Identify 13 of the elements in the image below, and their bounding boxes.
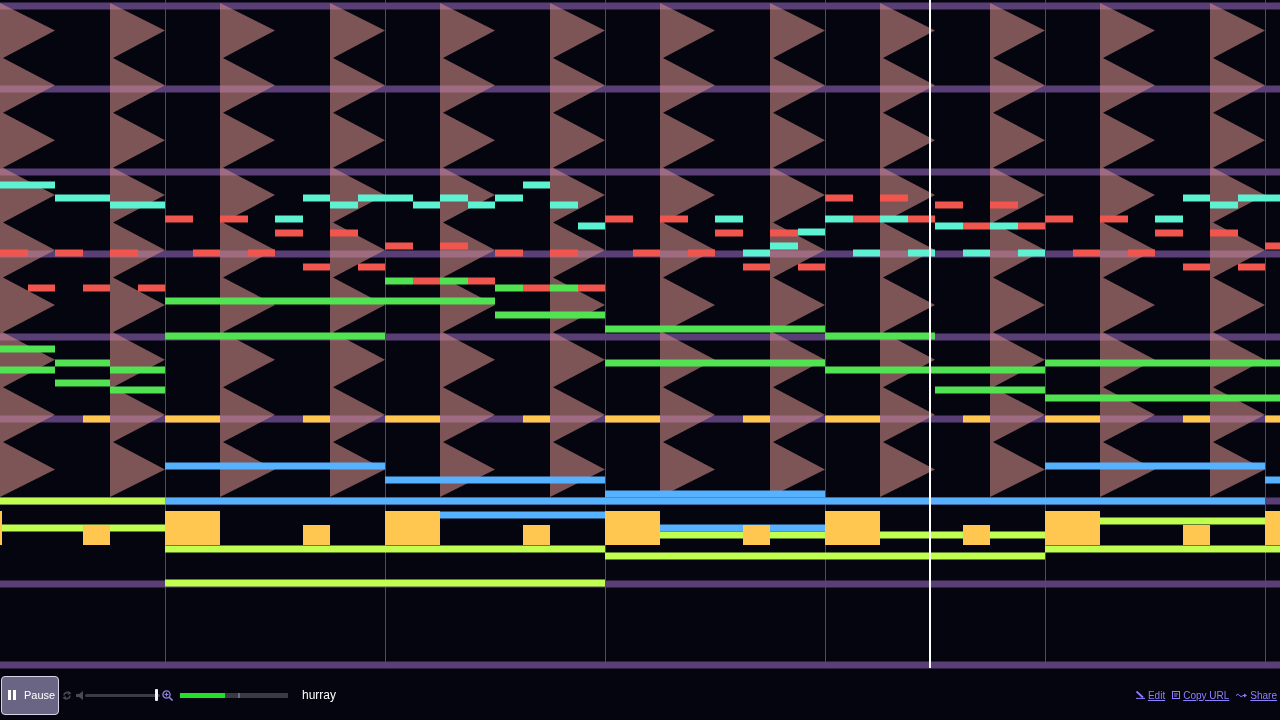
slider-thumb[interactable] bbox=[154, 689, 158, 701]
pause-icon bbox=[8, 690, 16, 700]
zoom-in-icon[interactable] bbox=[162, 689, 173, 701]
pause-button[interactable]: Pause bbox=[1, 675, 59, 715]
copy-icon bbox=[1172, 691, 1181, 699]
edit-link[interactable]: Edit bbox=[1135, 689, 1166, 701]
copy-link[interactable]: Copy URL bbox=[1172, 689, 1230, 701]
share-link[interactable]: Share bbox=[1236, 689, 1277, 701]
progress-bar[interactable] bbox=[180, 692, 288, 698]
pencil-icon bbox=[1135, 691, 1145, 699]
volume-slider[interactable] bbox=[85, 689, 160, 701]
wavy-arrow-icon bbox=[1236, 692, 1248, 698]
song-title: hurray bbox=[302, 688, 336, 702]
